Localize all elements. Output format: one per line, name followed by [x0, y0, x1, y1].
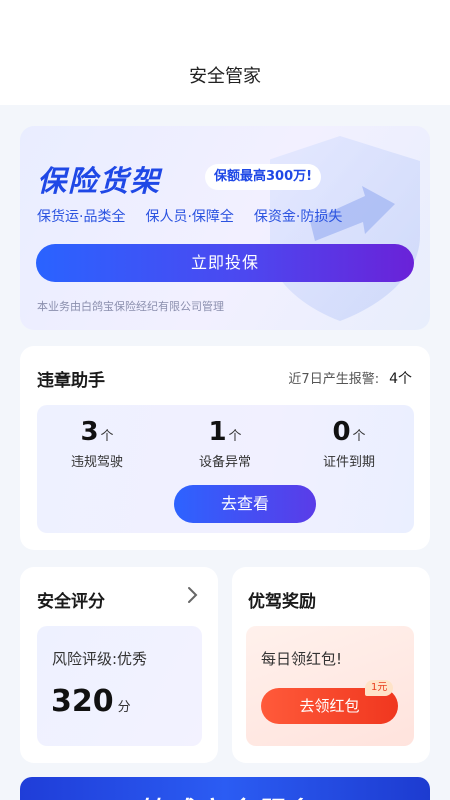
violation-title: 违章助手: [37, 371, 105, 391]
stat-label: 设备异常: [198, 455, 251, 470]
feature-cargo: 保货运·品类全: [37, 209, 126, 225]
view-violations-button[interactable]: 去查看: [174, 485, 316, 523]
chevron-right-icon[interactable]: [186, 585, 200, 605]
stat-driving-violations[interactable]: 3个 违规驾驶: [37, 417, 157, 470]
insurance-card[interactable]: 保险货架 保额最高300万! 保货运·品类全 保人员·保障全 保资金·防损失 立…: [20, 126, 430, 330]
score-unit: 分: [117, 700, 131, 715]
insurance-title: 保险货架: [37, 164, 162, 198]
shield-icon: [270, 136, 420, 321]
score-title: 安全评分: [37, 592, 105, 612]
insure-now-button[interactable]: 立即投保: [36, 244, 414, 282]
reward-title: 优驾奖励: [248, 592, 316, 612]
stat-device-errors[interactable]: 1个 设备异常: [165, 417, 285, 470]
stat-value: 0: [332, 417, 351, 447]
alert-label: 近7日产生报警:: [288, 372, 380, 387]
feature-personnel: 保人员·保障全: [145, 209, 234, 225]
reward-panel: 每日领红包! 去领红包 1元: [246, 626, 414, 746]
risk-rating: 风险评级:优秀: [52, 650, 148, 668]
stat-expired-documents[interactable]: 0个 证件到期: [289, 417, 409, 470]
violation-assistant-card: 违章助手 近7日产生报警: 4个 3个 违规驾驶 1个 设备异常 0个 证件到期 …: [20, 346, 430, 550]
safety-score-card[interactable]: 安全评分 风险评级:优秀 320 分: [20, 567, 218, 763]
stat-value: 3: [80, 417, 99, 447]
banner-text: 赫威安全服务: [20, 791, 430, 800]
service-banner[interactable]: 赫威安全服务: [20, 777, 430, 800]
score-panel: 风险评级:优秀 320 分: [37, 626, 202, 746]
stat-value: 1: [208, 417, 227, 447]
stat-unit: 个: [228, 429, 242, 444]
driving-reward-card: 优驾奖励 每日领红包! 去领红包 1元: [232, 567, 430, 763]
stat-unit: 个: [352, 429, 366, 444]
daily-red-packet-text: 每日领红包!: [261, 650, 343, 668]
stat-unit: 个: [100, 429, 114, 444]
stat-label: 证件到期: [322, 455, 375, 470]
alert-count: 4个: [389, 371, 412, 387]
insurance-features: 保货运·品类全 保人员·保障全 保资金·防损失: [37, 206, 417, 226]
stat-label: 违规驾驶: [70, 455, 123, 470]
alert-summary: 近7日产生报警: 4个: [288, 368, 412, 388]
amount-badge: 1元: [365, 680, 394, 696]
feature-funds: 保资金·防损失: [253, 209, 343, 225]
score-value-row: 320 分: [51, 684, 131, 719]
coverage-badge: 保额最高300万!: [205, 164, 322, 190]
top-bar: 安全管家: [0, 0, 450, 105]
insurance-disclaimer: 本业务由白鸽宝保险经纪有限公司管理: [37, 300, 224, 313]
violation-stats-panel: 3个 违规驾驶 1个 设备异常 0个 证件到期 去查看: [37, 405, 414, 533]
page-title: 安全管家: [189, 66, 261, 87]
score-value: 320: [51, 684, 114, 719]
